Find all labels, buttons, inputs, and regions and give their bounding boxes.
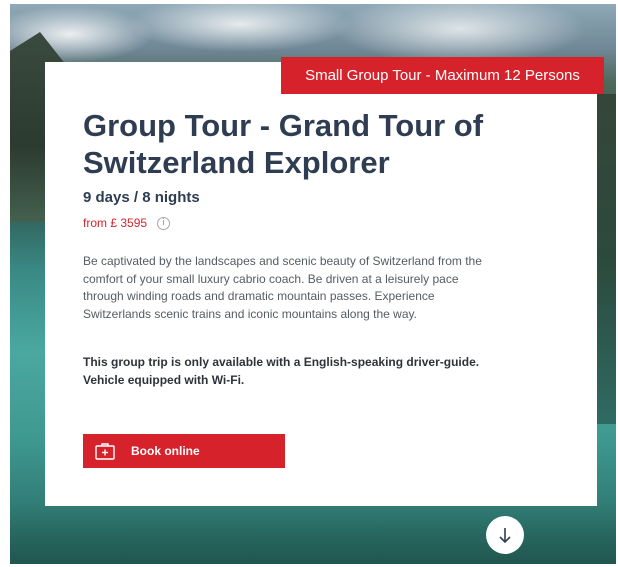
tour-title: Group Tour - Grand Tour of Switzerland E… — [83, 108, 484, 180]
scroll-down-button[interactable] — [486, 516, 524, 554]
group-size-badge: Small Group Tour - Maximum 12 Persons — [281, 57, 604, 94]
info-icon[interactable]: i — [157, 216, 171, 230]
lake-shore — [10, 504, 616, 564]
tour-description: Be captivated by the landscapes and scen… — [83, 254, 482, 321]
price-row: from £ 3595 i — [83, 215, 171, 231]
tour-price: from £ 3595 — [83, 216, 148, 230]
book-online-button[interactable]: Book online — [83, 434, 285, 468]
arrow-down-icon — [499, 528, 511, 544]
suitcase-plus-icon — [95, 443, 115, 460]
tour-duration: 9 days / 8 nights — [83, 189, 200, 206]
book-online-label: Book online — [131, 444, 200, 458]
tour-notice: This group trip is only available with a… — [83, 355, 480, 387]
